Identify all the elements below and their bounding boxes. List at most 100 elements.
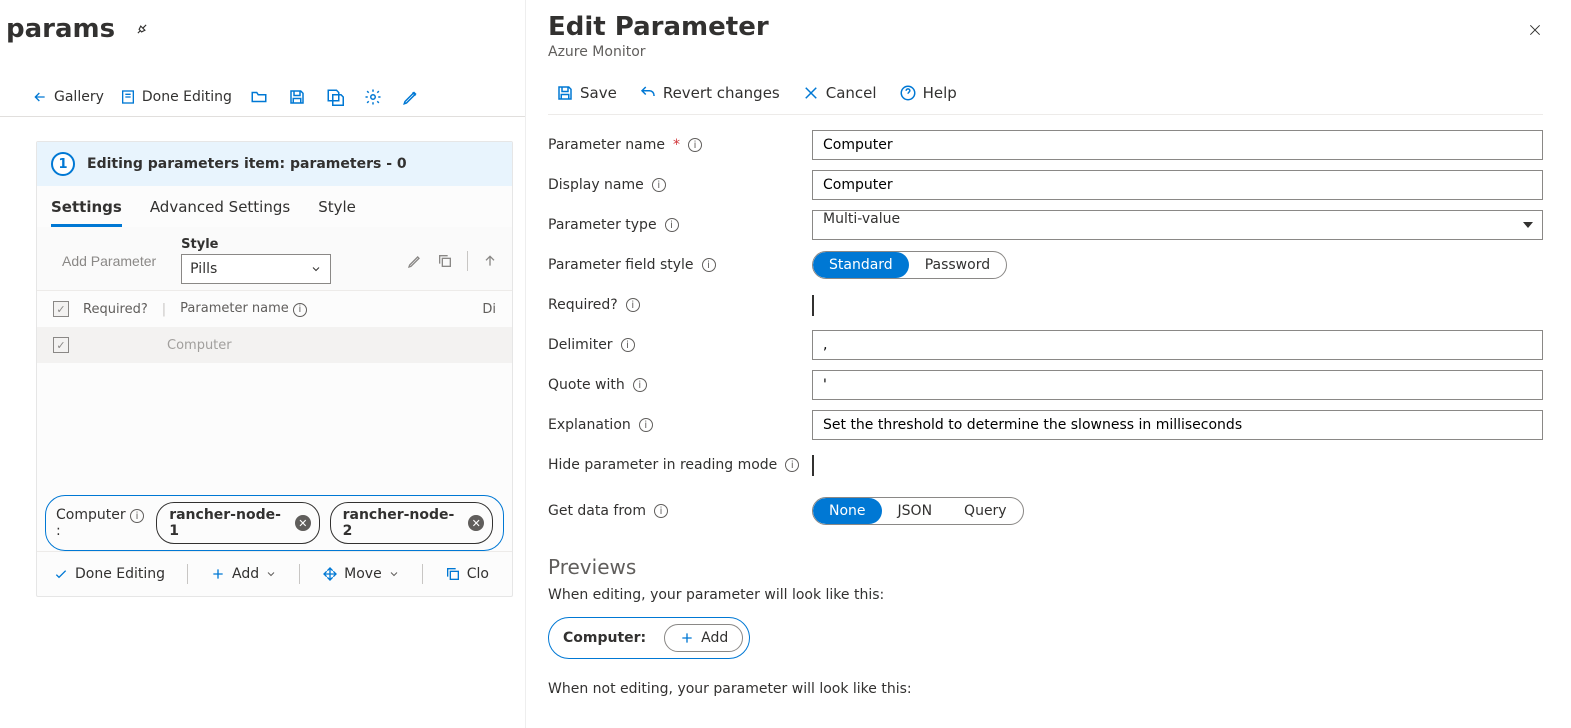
col-required: Required? [83, 302, 148, 317]
preview-add-button[interactable]: Add [664, 624, 743, 652]
gallery-button[interactable]: Gallery [32, 89, 104, 105]
toolbar-divider [467, 251, 468, 271]
chevron-down-icon [265, 568, 277, 580]
preview-editing-pill: Computer: Add [548, 617, 750, 659]
workbook-done-icon [120, 89, 136, 105]
header-checkbox[interactable] [53, 301, 69, 317]
info-icon: i [130, 509, 144, 523]
label-explanation: Explanation [548, 417, 631, 433]
info-icon: i [654, 504, 668, 518]
save-disk-icon[interactable] [286, 86, 308, 108]
previews-reading-hint: When not editing, your parameter will lo… [548, 681, 1543, 697]
footer-done-editing[interactable]: Done Editing [53, 566, 165, 582]
label-display-name: Display name [548, 177, 644, 193]
close-icon[interactable] [1527, 22, 1543, 38]
settings-gear-icon[interactable] [362, 86, 384, 108]
preview-pill-label: Computer: [563, 630, 646, 646]
copy-row-icon[interactable] [437, 253, 453, 269]
select-parameter-type[interactable]: Multi-value [812, 210, 1543, 240]
seg-json[interactable]: JSON [882, 498, 949, 524]
parameters-card: 1 Editing parameters item: parameters - … [36, 141, 513, 597]
edit-parameter-panel: Edit Parameter Azure Monitor Save Revert… [525, 0, 1571, 728]
step-badge: 1 [51, 152, 75, 176]
input-delimiter[interactable] [812, 330, 1543, 360]
style-label: Style [181, 237, 331, 252]
pill-value[interactable]: rancher-node-2 ✕ [330, 502, 493, 544]
edit-row-icon[interactable] [407, 253, 423, 269]
plus-icon [679, 630, 695, 646]
move-up-icon[interactable] [482, 253, 498, 269]
style-select[interactable]: Pills [181, 254, 331, 284]
move-icon [322, 566, 338, 582]
pill-remove-icon[interactable]: ✕ [468, 515, 484, 531]
add-parameter-button[interactable]: Add Parameter [51, 246, 167, 276]
clone-icon [445, 566, 461, 582]
divider [422, 564, 423, 584]
card-title: Editing parameters item: parameters - 0 [87, 156, 407, 172]
info-icon: i [785, 458, 799, 472]
input-explanation[interactable] [812, 410, 1543, 440]
segmented-field-style: Standard Password [812, 251, 1007, 279]
info-icon: i [652, 178, 666, 192]
undo-icon [639, 84, 657, 102]
segmented-data-source: None JSON Query [812, 497, 1024, 525]
plus-icon [210, 566, 226, 582]
panel-help-button[interactable]: Help [899, 84, 957, 102]
pin-icon[interactable] [124, 11, 161, 48]
parameter-form: Parameter name * i Display name i Parame… [548, 125, 1543, 531]
seg-none[interactable]: None [813, 498, 882, 524]
label-required: Required? [548, 297, 618, 313]
tab-settings[interactable]: Settings [51, 198, 122, 227]
footer-move[interactable]: Move [322, 566, 400, 582]
params-grid-header: Required? | Parameter name i Di [37, 290, 512, 327]
input-display-name[interactable] [812, 170, 1543, 200]
seg-standard[interactable]: Standard [813, 252, 909, 278]
label-parameter-name: Parameter name [548, 137, 665, 153]
label-get-data-from: Get data from [548, 503, 646, 519]
checkbox-hide-reading[interactable] [812, 455, 814, 476]
footer-add[interactable]: Add [210, 566, 277, 582]
cancel-icon [802, 84, 820, 102]
edit-pencil-icon[interactable] [400, 86, 422, 108]
main-toolbar: Gallery Done Editing [0, 76, 525, 117]
help-icon [899, 84, 917, 102]
done-editing-button[interactable]: Done Editing [120, 89, 232, 105]
done-editing-label: Done Editing [142, 89, 232, 105]
info-icon: i [702, 258, 716, 272]
seg-query[interactable]: Query [948, 498, 1023, 524]
panel-title: Edit Parameter [548, 12, 1543, 42]
panel-save-button[interactable]: Save [556, 84, 617, 102]
info-icon: i [293, 303, 307, 317]
panel-subtitle: Azure Monitor [548, 44, 1543, 60]
save-icon [556, 84, 574, 102]
panel-revert-button[interactable]: Revert changes [639, 84, 780, 102]
pill-parameter-label: Computer i: [56, 507, 146, 540]
panel-toolbar: Save Revert changes Cancel Help [548, 60, 1543, 115]
param-row-computer[interactable]: Computer [37, 327, 512, 363]
seg-password[interactable]: Password [909, 252, 1006, 278]
pill-value[interactable]: rancher-node-1 ✕ [156, 502, 319, 544]
panel-cancel-button[interactable]: Cancel [802, 84, 877, 102]
check-icon [53, 566, 69, 582]
required-asterisk: * [673, 137, 680, 153]
info-icon: i [621, 338, 635, 352]
tab-advanced-settings[interactable]: Advanced Settings [150, 198, 290, 227]
row-checkbox[interactable] [53, 337, 69, 353]
pill-remove-icon[interactable]: ✕ [295, 515, 311, 531]
chevron-down-icon [388, 568, 400, 580]
info-icon: i [633, 378, 647, 392]
tab-style[interactable]: Style [318, 198, 356, 227]
label-hide-reading: Hide parameter in reading mode [548, 457, 777, 473]
save-as-icon[interactable] [324, 86, 346, 108]
previews-editing-hint: When editing, your parameter will look l… [548, 587, 1543, 603]
parameter-pills: Computer i: rancher-node-1 ✕ rancher-nod… [45, 495, 504, 551]
workbook-editor: params Gallery Done Editing [0, 0, 525, 728]
open-icon[interactable] [248, 86, 270, 108]
page-title: params [6, 14, 115, 44]
checkbox-required[interactable] [812, 295, 814, 316]
input-quote-with[interactable] [812, 370, 1543, 400]
footer-clone[interactable]: Clo [445, 566, 489, 582]
input-parameter-name[interactable] [812, 130, 1543, 160]
row-name: Computer [167, 338, 496, 353]
divider [187, 564, 188, 584]
